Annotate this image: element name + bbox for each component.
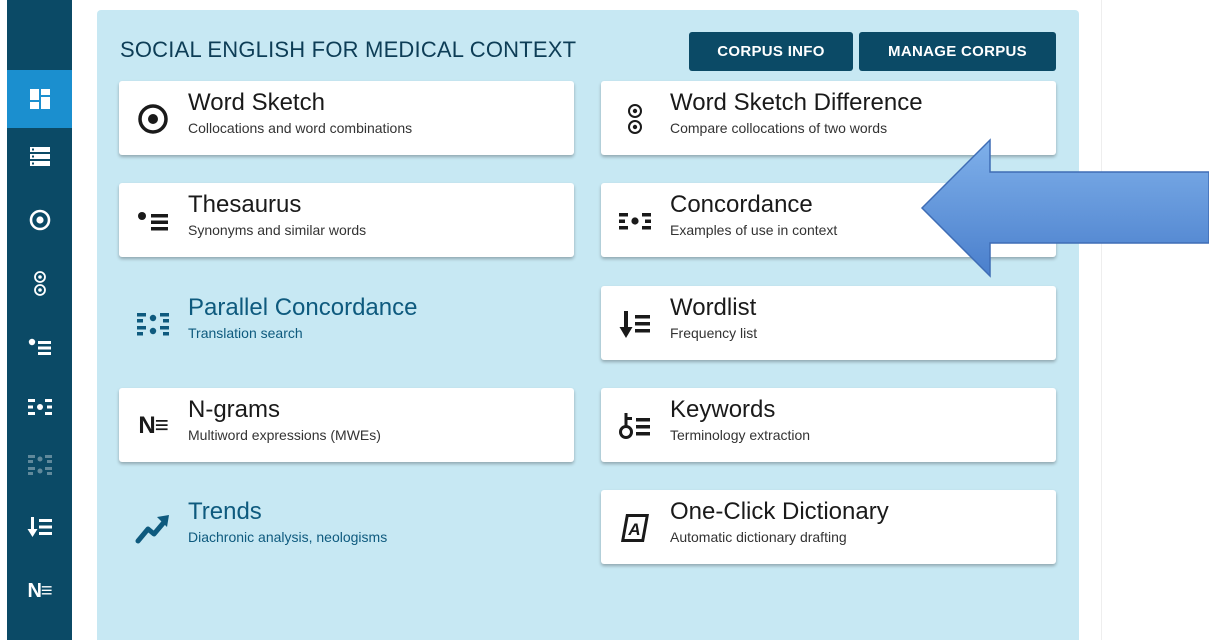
tool-title: Concordance [670, 191, 813, 218]
tool-title: Wordlist [670, 294, 757, 321]
tool-subtitle: Synonyms and similar words [188, 222, 367, 238]
sidebar-item-word-sketch[interactable] [7, 191, 72, 249]
tool-card-word-sketch-difference[interactable]: Word Sketch Difference Compare collocati… [601, 81, 1056, 155]
divider [1101, 0, 1102, 640]
corpus-info-button[interactable]: CORPUS INFO [689, 32, 853, 71]
sidebar-item-wordlist[interactable] [7, 498, 72, 556]
wordlist-icon [27, 517, 52, 537]
tool-title: Thesaurus [188, 191, 302, 218]
manage-corpus-button[interactable]: MANAGE CORPUS [859, 32, 1056, 71]
ngrams-icon: N≡ [131, 404, 175, 448]
trend-arrow-icon [131, 506, 175, 550]
sidebar: N≡ [7, 0, 72, 640]
tool-title: Keywords [670, 396, 776, 423]
sidebar-item-parallel-concordance[interactable] [7, 436, 72, 494]
thesaurus-icon [131, 199, 175, 243]
tool-subtitle: Collocations and word combinations [188, 120, 413, 136]
tool-subtitle: Automatic dictionary drafting [670, 529, 847, 545]
app-stage: N≡ SOCIAL ENGLISH FOR MEDICAL CONTEXT CO… [0, 0, 1209, 640]
double-target-icon [613, 97, 657, 141]
tool-title: One-Click Dictionary [670, 498, 889, 525]
tool-subtitle: Compare collocations of two words [670, 120, 888, 136]
ngrams-icon: N≡ [27, 579, 52, 602]
tool-card-trends[interactable]: Trends Diachronic analysis, neologisms [119, 490, 574, 564]
concordance-icon [27, 399, 52, 415]
corpus-title: SOCIAL ENGLISH FOR MEDICAL CONTEXT [120, 37, 577, 62]
ngrams-icon-glyph: N≡ [138, 412, 168, 439]
list-icon [29, 147, 50, 166]
word-sketch-icon [29, 209, 50, 231]
tool-card-parallel-concordance[interactable]: Parallel Concordance Translation search [119, 286, 574, 360]
tool-card-keywords[interactable]: Keywords Terminology extraction [601, 388, 1056, 462]
target-icon [131, 97, 175, 141]
wordlist-icon [613, 302, 657, 346]
tool-card-ngrams[interactable]: N≡ N-grams Multiword expressions (MWEs) [119, 388, 574, 462]
tool-title: Word Sketch Difference [670, 89, 923, 116]
tool-title: Word Sketch [188, 89, 325, 116]
tool-subtitle: Diachronic analysis, neologisms [188, 529, 388, 545]
tool-subtitle: Multiword expressions (MWEs) [188, 427, 381, 443]
sidebar-item-concordance[interactable] [7, 378, 72, 436]
tool-card-wordlist[interactable]: Wordlist Frequency list [601, 286, 1056, 360]
dashboard-icon [29, 89, 50, 109]
sidebar-item-list[interactable] [7, 127, 72, 185]
parallel-concordance-icon [131, 302, 175, 346]
parallel-concordance-icon [27, 455, 52, 475]
tool-card-word-sketch[interactable]: Word Sketch Collocations and word combin… [119, 81, 574, 155]
concordance-icon [613, 199, 657, 243]
dictionary-icon: A [613, 506, 657, 550]
tool-subtitle: Examples of use in context [670, 222, 838, 238]
sidebar-item-word-sketch-difference[interactable] [7, 255, 72, 313]
tool-subtitle: Frequency list [670, 325, 758, 341]
tool-card-concordance[interactable]: Concordance Examples of use in context [601, 183, 1056, 257]
tool-subtitle: Translation search [188, 325, 303, 341]
tool-card-one-click-dictionary[interactable]: A One-Click Dictionary Automatic diction… [601, 490, 1056, 564]
thesaurus-icon [28, 338, 51, 355]
tool-subtitle: Terminology extraction [670, 427, 811, 443]
keywords-icon [613, 404, 657, 448]
dictionary-icon-letter: A [627, 520, 640, 539]
sidebar-item-ngrams[interactable]: N≡ [7, 562, 72, 620]
tool-title: Parallel Concordance [188, 294, 418, 321]
tool-title: N-grams [188, 396, 281, 423]
tool-title: Trends [188, 498, 262, 525]
sidebar-item-dashboard[interactable] [7, 70, 72, 128]
tool-card-thesaurus[interactable]: Thesaurus Synonyms and similar words [119, 183, 574, 257]
word-sketch-difference-icon [33, 271, 46, 296]
sidebar-item-thesaurus[interactable] [7, 318, 72, 376]
